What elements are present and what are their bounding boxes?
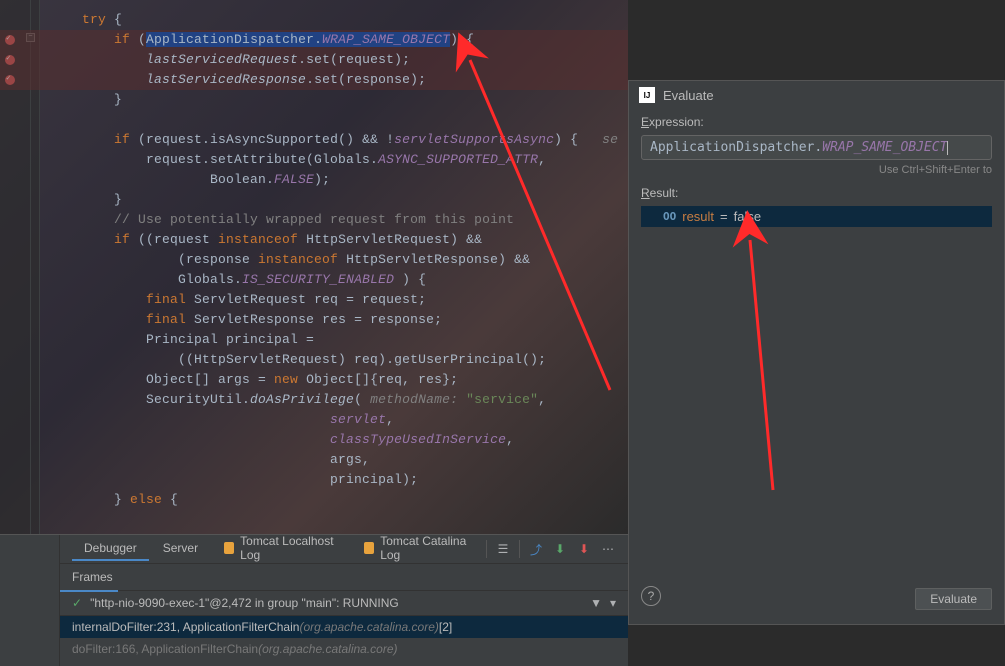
code-block[interactable]: try { if (ApplicationDispatcher.WRAP_SAM… [50, 10, 628, 510]
code-line[interactable]: final ServletRequest req = request; [50, 290, 628, 310]
expression-label: Expression: [641, 115, 992, 129]
code-line[interactable]: } else { [50, 490, 628, 510]
code-line[interactable]: Boolean.FALSE); [50, 170, 628, 190]
code-line[interactable] [50, 110, 628, 130]
eval-hint: Use Ctrl+Shift+Enter to [641, 164, 992, 176]
expression-input[interactable]: ApplicationDispatcher.WRAP_SAME_OBJECT [641, 135, 992, 160]
result-label: Result: [641, 186, 992, 200]
restore-layout-icon[interactable]: ⤴ [528, 541, 544, 557]
evaluate-button[interactable]: Evaluate [915, 588, 992, 610]
code-line[interactable]: try { [50, 10, 628, 30]
code-line[interactable]: classTypeUsedInService, [50, 430, 628, 450]
log-icon [364, 542, 374, 554]
check-icon: ✓ [72, 596, 82, 610]
stack-frame[interactable]: doFilter:166, ApplicationFilterChain (or… [60, 638, 628, 660]
log-icon [224, 542, 234, 554]
intellij-icon: IJ [639, 87, 655, 103]
code-line[interactable]: } [50, 90, 628, 110]
code-line[interactable]: args, [50, 450, 628, 470]
code-line[interactable]: if ((request instanceof HttpServletReque… [50, 230, 628, 250]
code-line[interactable]: // Use potentially wrapped request from … [50, 210, 628, 230]
frames-header[interactable]: Frames [60, 563, 628, 591]
code-line[interactable]: } [50, 190, 628, 210]
code-line[interactable]: request.setAttribute(Globals.ASYNC_SUPPO… [50, 150, 628, 170]
evaluate-title: Evaluate [663, 88, 714, 103]
thread-label: "http-nio-9090-exec-1"@2,472 in group "m… [90, 596, 399, 610]
code-line[interactable]: Principal principal = [50, 330, 628, 350]
layout-icon[interactable]: ☰ [495, 541, 511, 557]
code-line[interactable]: Object[] args = new Object[]{req, res}; [50, 370, 628, 390]
tab-debugger[interactable]: Debugger [72, 537, 149, 561]
code-line[interactable]: if (ApplicationDispatcher.WRAP_SAME_OBJE… [0, 30, 628, 50]
code-line[interactable]: lastServicedRequest.set(request); [0, 50, 628, 70]
code-line[interactable]: final ServletResponse res = response; [50, 310, 628, 330]
code-line[interactable]: lastServicedResponse.set(response); [0, 70, 628, 90]
debug-sidebar [0, 535, 60, 666]
code-line[interactable]: principal); [50, 470, 628, 490]
result-value: false [734, 209, 761, 224]
code-line[interactable]: ((HttpServletRequest) req).getUserPrinci… [50, 350, 628, 370]
debugger-panel: Debugger Server Tomcat Localhost Log Tom… [0, 534, 628, 666]
code-line[interactable]: if (request.isAsyncSupported() && !servl… [50, 130, 628, 150]
result-name: result [682, 209, 714, 224]
debug-tabs: Debugger Server Tomcat Localhost Log Tom… [0, 535, 628, 563]
result-icon: OO [663, 210, 676, 223]
thread-row[interactable]: ✓ "http-nio-9090-exec-1"@2,472 in group … [60, 591, 628, 616]
more-icon[interactable]: ⋯ [600, 541, 616, 557]
code-line[interactable]: Globals.IS_SECURITY_ENABLED ) { [50, 270, 628, 290]
editor-area[interactable]: − try { if (ApplicationDispatcher.WRAP_S… [0, 0, 628, 534]
help-button[interactable]: ? [641, 586, 661, 606]
tab-server[interactable]: Server [151, 537, 210, 561]
result-row[interactable]: OO result = false [641, 206, 992, 227]
code-line[interactable]: SecurityUtil.doAsPrivilege( methodName: … [50, 390, 628, 410]
code-line[interactable]: (response instanceof HttpServletResponse… [50, 250, 628, 270]
evaluate-panel: IJ Evaluate Expression: ApplicationDispa… [628, 80, 1005, 625]
download-icon-2[interactable]: ⬇ [576, 541, 592, 557]
code-line[interactable]: servlet, [50, 410, 628, 430]
download-icon[interactable]: ⬇ [552, 541, 568, 557]
filter-icon[interactable]: ▼ [590, 596, 602, 610]
chevron-down-icon[interactable]: ▾ [610, 596, 616, 610]
stack-frame[interactable]: internalDoFilter:231, ApplicationFilterC… [60, 616, 628, 638]
